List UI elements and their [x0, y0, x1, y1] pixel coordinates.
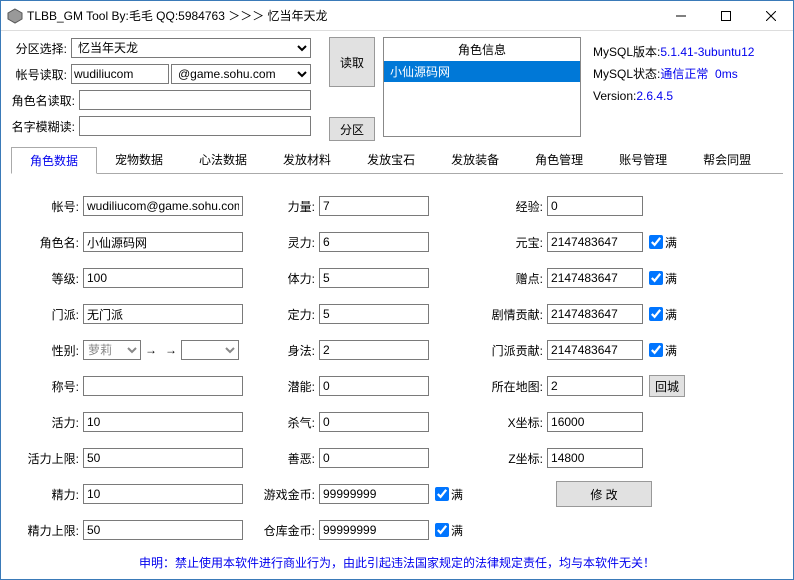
tab-account-manage[interactable]: 账号管理: [601, 147, 685, 173]
title-field[interactable]: [83, 376, 243, 396]
level-field[interactable]: [83, 268, 243, 288]
close-button[interactable]: [748, 1, 793, 30]
read-button[interactable]: 读取: [329, 37, 375, 87]
bankgold-field[interactable]: [319, 520, 429, 540]
backcity-button[interactable]: 回城: [649, 375, 685, 397]
gender-select-2[interactable]: [181, 340, 239, 360]
yuanbao-full-check[interactable]: 满: [649, 234, 677, 251]
spi-field[interactable]: [319, 232, 429, 252]
zone-select[interactable]: 忆当年天龙: [71, 38, 311, 58]
column-1: 帐号: 角色名: 等级: 门派: 性别: 萝莉 → → 称号: 活力: 活力上限…: [19, 188, 243, 548]
tab-gem[interactable]: 发放宝石: [349, 147, 433, 173]
str-field[interactable]: [319, 196, 429, 216]
account-read-input[interactable]: [71, 64, 169, 84]
juqing-field[interactable]: [547, 304, 643, 324]
bankgold-full-check[interactable]: 满: [435, 522, 463, 539]
account-read-label: 帐号读取:: [11, 66, 71, 83]
con-field[interactable]: [319, 268, 429, 288]
zone-label: 分区选择:: [11, 40, 71, 57]
mysql-version: 5.1.41-3ubuntu12: [660, 45, 754, 59]
tabs: 角色数据 宠物数据 心法数据 发放材料 发放宝石 发放装备 角色管理 账号管理 …: [11, 147, 783, 174]
mpgx-field[interactable]: [547, 340, 643, 360]
gamegold-field[interactable]: [319, 484, 429, 504]
app-icon: [7, 8, 23, 24]
pot-field[interactable]: [319, 376, 429, 396]
tab-material[interactable]: 发放材料: [265, 147, 349, 173]
arrow-icon: →: [141, 343, 161, 357]
tab-xinfa[interactable]: 心法数据: [181, 147, 265, 173]
app-version: 2.6.4.5: [636, 89, 673, 103]
tab-pet-data[interactable]: 宠物数据: [97, 147, 181, 173]
column-2: 力量: 灵力: 体力: 定力: 身法: 潜能: 杀气: 善恶: 游戏金币:满 仓…: [263, 188, 463, 548]
char-info-title: 角色信息: [384, 38, 580, 61]
char-read-label: 角色名读取:: [11, 92, 79, 109]
gamegold-full-check[interactable]: 满: [435, 486, 463, 503]
charname-field[interactable]: [83, 232, 243, 252]
zone-button[interactable]: 分区: [329, 117, 375, 141]
tab-char-data[interactable]: 角色数据: [11, 147, 97, 174]
z-field[interactable]: [547, 448, 643, 468]
window-title: TLBB_GM Tool By:毛毛 QQ:5984763 ＞＞＞ 忆当年天龙: [27, 7, 658, 24]
mysql-state: 通信正常: [660, 67, 708, 81]
menpai-field[interactable]: [83, 304, 243, 324]
tab-equip[interactable]: 发放装备: [433, 147, 517, 173]
mpgx-full-check[interactable]: 满: [649, 342, 677, 359]
char-read-input[interactable]: [79, 90, 311, 110]
x-field[interactable]: [547, 412, 643, 432]
map-field[interactable]: [547, 376, 643, 396]
exp-field[interactable]: [547, 196, 643, 216]
dex-field[interactable]: [319, 340, 429, 360]
account-field[interactable]: [83, 196, 243, 216]
titlebar: TLBB_GM Tool By:毛毛 QQ:5984763 ＞＞＞ 忆当年天龙: [1, 1, 793, 31]
juqing-full-check[interactable]: 满: [649, 306, 677, 323]
good-field[interactable]: [319, 448, 429, 468]
char-info-item[interactable]: 小仙源码网: [384, 61, 580, 82]
gift-full-check[interactable]: 满: [649, 270, 677, 287]
char-info-box: 角色信息 小仙源码网: [383, 37, 581, 137]
energy-field[interactable]: [83, 484, 243, 504]
gender-select[interactable]: 萝莉: [83, 340, 141, 360]
footer-disclaimer: 申明：禁止使用本软件进行商业行为，由此引起违法国家规定的法律规定责任，均与本软件…: [11, 552, 783, 573]
modify-button[interactable]: 修 改: [556, 481, 652, 507]
gift-field[interactable]: [547, 268, 643, 288]
top-left-panel: 分区选择: 忆当年天龙 帐号读取: @game.sohu.com 角色名读取: …: [11, 37, 321, 141]
account-domain-select[interactable]: @game.sohu.com: [171, 64, 311, 84]
fuzzy-label: 名字模糊读:: [11, 118, 79, 135]
maximize-button[interactable]: [703, 1, 748, 30]
tab-char-manage[interactable]: 角色管理: [517, 147, 601, 173]
vigormax-field[interactable]: [83, 448, 243, 468]
tab-guild[interactable]: 帮会同盟: [685, 147, 769, 173]
kill-field[interactable]: [319, 412, 429, 432]
minimize-button[interactable]: [658, 1, 703, 30]
fuzzy-input[interactable]: [79, 116, 311, 136]
yuanbao-field[interactable]: [547, 232, 643, 252]
arrow-icon: →: [161, 343, 181, 357]
vigor-field[interactable]: [83, 412, 243, 432]
status-box: MySQL版本:5.1.41-3ubuntu12 MySQL状态:通信正常 0m…: [593, 37, 773, 141]
mysql-ms: 0ms: [715, 67, 738, 81]
energymax-field[interactable]: [83, 520, 243, 540]
wil-field[interactable]: [319, 304, 429, 324]
column-3: 经验: 元宝:满 赠点:满 剧情贡献:满 门派贡献:满 所在地图:回城 X坐标:…: [483, 188, 685, 548]
